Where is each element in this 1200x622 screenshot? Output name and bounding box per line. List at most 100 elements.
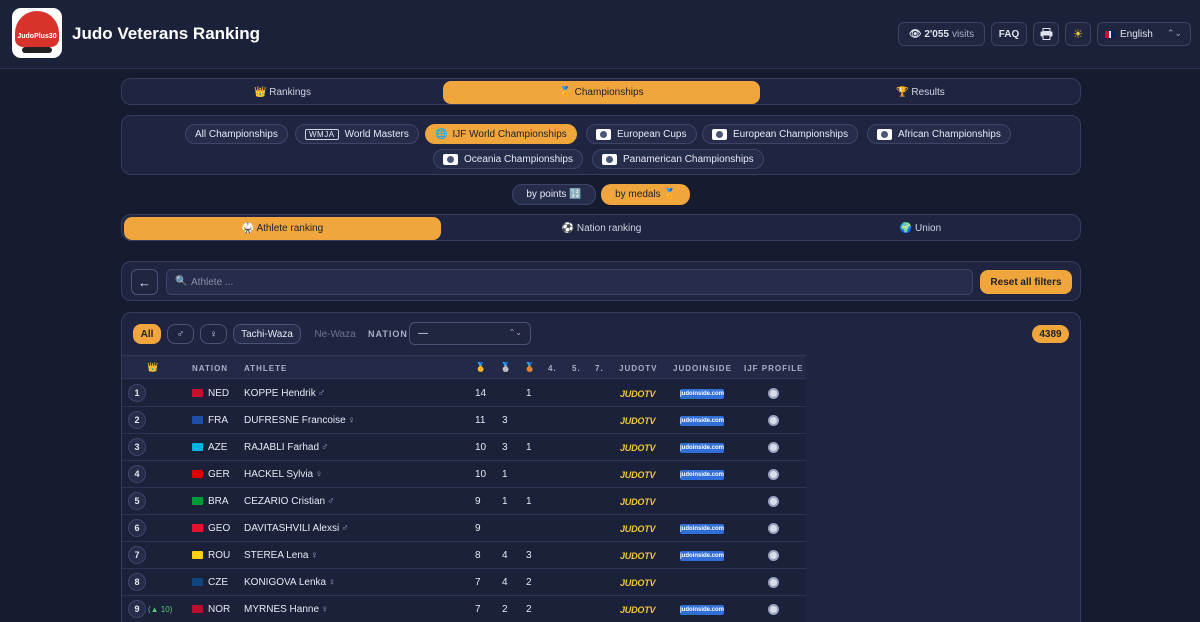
filter-all-button[interactable]: All — [133, 324, 161, 344]
bronze-count: 1 — [526, 442, 532, 453]
tab-union[interactable]: 🌍 Union — [762, 217, 1079, 240]
faq-button[interactable]: FAQ — [991, 22, 1027, 46]
judotv-link[interactable]: JUDOTV — [620, 524, 656, 534]
silver-count: 1 — [502, 469, 508, 480]
judotv-link[interactable]: JUDOTV — [620, 551, 656, 561]
th-bronze-medal-icon[interactable]: 🥉 — [524, 362, 536, 373]
judotv-link[interactable]: JUDOTV — [620, 497, 656, 507]
athlete-cell[interactable]: RAJABLI Farhad ♂ — [244, 442, 329, 453]
table-row[interactable]: 4 GER HACKEL Sylvia ♀ 10 1 JUDOTV judoinside.co… — [122, 461, 806, 488]
gold-count: 8 — [475, 550, 481, 561]
back-button[interactable]: ← — [131, 269, 158, 295]
table-row[interactable]: 2 FRA DUFRESNE Francoise ♀ 11 3 JUDOTV judoinsi… — [122, 407, 806, 434]
theme-toggle-button[interactable]: ☀ — [1065, 22, 1091, 46]
language-select[interactable]: English ⌃⌄ — [1097, 22, 1191, 46]
filter-male-button[interactable]: ♂ — [167, 324, 194, 344]
judoinside-link[interactable]: judoinside.com — [680, 416, 724, 426]
ijf-profile-icon[interactable] — [768, 415, 779, 426]
table-row[interactable]: 9 (▲ 10) NOR MYRNES Hanne ♀ 7 2 2 JUDOTV judoinsi… — [122, 596, 806, 622]
judoinside-link[interactable]: judoinside.com — [680, 524, 724, 534]
table-row[interactable]: 3 AZE RAJABLI Farhad ♂ 10 3 1 JUDOTV judoinside.… — [122, 434, 806, 461]
judotv-link[interactable]: JUDOTV — [620, 416, 656, 426]
th-place-5[interactable]: 5. — [572, 364, 581, 373]
chip-label: World Masters — [344, 128, 409, 140]
gender-icon: ♀ — [321, 604, 329, 615]
filter-female-button[interactable]: ♀ — [200, 324, 227, 344]
chip-panamerican-championships[interactable]: Panamerican Championships — [592, 149, 764, 169]
app-logo[interactable]: JudoPlus30 — [12, 8, 62, 58]
table-row[interactable]: 5 BRA CEZARIO Cristian ♂ 9 1 1 JUDOTV — [122, 488, 806, 515]
judoinside-link[interactable]: judoinside.com — [680, 551, 724, 561]
table-row[interactable]: 8 CZE KONIGOVA Lenka ♀ 7 4 2 JUDOTV — [122, 569, 806, 596]
tab-rankings[interactable]: 👑 Rankings — [124, 81, 441, 104]
athlete-cell[interactable]: MYRNES Hanne ♀ — [244, 604, 329, 615]
chip-african-championships[interactable]: African Championships — [867, 124, 1011, 144]
th-place-7[interactable]: 7. — [595, 364, 604, 373]
tab-nation-ranking[interactable]: ⚽ Nation ranking — [443, 217, 760, 240]
athlete-cell[interactable]: DAVITASHVILI Alexsi ♂ — [244, 523, 349, 534]
athlete-name: STEREA Lena — [244, 550, 309, 561]
athlete-cell[interactable]: STEREA Lena ♀ — [244, 550, 318, 561]
country-flag-icon — [192, 605, 203, 613]
gender-icon: ♀ — [328, 577, 336, 588]
table-row[interactable]: 6 GEO DAVITASHVILI Alexsi ♂ 9 JUDOTV judoinsid… — [122, 515, 806, 542]
athlete-search-input[interactable] — [191, 270, 961, 294]
ijf-profile-icon[interactable] — [768, 550, 779, 561]
ijf-profile-icon[interactable] — [768, 577, 779, 588]
chip-european-cups[interactable]: European Cups — [586, 124, 697, 144]
athlete-cell[interactable]: KONIGOVA Lenka ♀ — [244, 577, 336, 588]
athlete-cell[interactable]: DUFRESNE Francoise ♀ — [244, 415, 355, 426]
judotv-link[interactable]: JUDOTV — [620, 389, 656, 399]
ijf-profile-icon[interactable] — [768, 496, 779, 507]
rank-trend: (▲ 10) — [148, 605, 173, 614]
athlete-cell[interactable]: HACKEL Sylvia ♀ — [244, 469, 323, 480]
th-nation[interactable]: NATION — [192, 364, 228, 373]
rank-badge: 6 — [128, 519, 146, 537]
filter-ne-waza-button[interactable]: Ne-Waza — [307, 324, 363, 344]
chip-oceania-championships[interactable]: Oceania Championships — [433, 149, 583, 169]
filter-tachi-waza-button[interactable]: Tachi-Waza — [233, 324, 301, 344]
judoinside-link[interactable]: judoinside.com — [680, 605, 724, 615]
tab-results[interactable]: 🏆 Results — [762, 81, 1079, 104]
sort-by-medals-button[interactable]: by medals 🏅 — [601, 184, 690, 205]
ijf-profile-icon[interactable] — [768, 388, 779, 399]
chip-european-championships[interactable]: European Championships — [702, 124, 859, 144]
logo-base — [22, 47, 52, 53]
chip-ijf-world-championships[interactable]: 🌐 IJF World Championships — [425, 124, 577, 144]
judotv-link[interactable]: JUDOTV — [620, 578, 656, 588]
eju-logo-icon — [596, 128, 611, 140]
chip-world-masters[interactable]: WMJA World Masters — [295, 124, 419, 144]
ijf-profile-icon[interactable] — [768, 442, 779, 453]
judotv-link[interactable]: JUDOTV — [620, 605, 656, 615]
rank-badge: 9 — [128, 600, 146, 618]
table-row[interactable]: 1 NED KOPPE Hendrik ♂ 14 1 JUDOTV judoinside.co… — [122, 380, 806, 407]
tab-athlete-ranking[interactable]: 🥋 Athlete ranking — [124, 217, 441, 240]
ijf-profile-icon[interactable] — [768, 604, 779, 615]
th-place-4[interactable]: 4. — [548, 364, 557, 373]
judoinside-link[interactable]: judoinside.com — [680, 443, 724, 453]
judotv-link[interactable]: JUDOTV — [620, 470, 656, 480]
judoinside-link[interactable]: judoinside.com — [680, 470, 724, 480]
th-gold-medal-icon[interactable]: 🥇 — [475, 362, 487, 373]
nation-code: GER — [208, 469, 230, 480]
chip-label: IJF World Championships — [452, 128, 567, 140]
chip-all-championships[interactable]: All Championships — [185, 124, 288, 144]
athlete-cell[interactable]: CEZARIO Cristian ♂ — [244, 496, 335, 507]
ijf-profile-icon[interactable] — [768, 523, 779, 534]
ijf-profile-icon[interactable] — [768, 469, 779, 480]
print-button[interactable] — [1033, 22, 1059, 46]
judotv-link[interactable]: JUDOTV — [620, 443, 656, 453]
reset-filters-button[interactable]: Reset all filters — [980, 270, 1072, 294]
nation-select[interactable]: — ⌃⌄ — [409, 322, 531, 345]
athlete-cell[interactable]: KOPPE Hendrik ♂ — [244, 388, 325, 399]
tab-championships[interactable]: 🏅 Championships — [443, 81, 760, 104]
sun-icon: ☀ — [1072, 27, 1084, 41]
table-row[interactable]: 7 ROU STEREA Lena ♀ 8 4 3 JUDOTV judoinside.com — [122, 542, 806, 569]
judoinside-link[interactable]: judoinside.com — [680, 389, 724, 399]
gender-icon: ♂ — [317, 388, 326, 399]
th-silver-medal-icon[interactable]: 🥈 — [500, 362, 512, 373]
th-athlete[interactable]: ATHLETE — [244, 364, 287, 373]
search-field[interactable]: 🔍 — [166, 269, 973, 295]
sort-by-points-button[interactable]: by points 🔢 — [512, 184, 596, 205]
logo-text: JudoPlus30 — [17, 33, 57, 40]
